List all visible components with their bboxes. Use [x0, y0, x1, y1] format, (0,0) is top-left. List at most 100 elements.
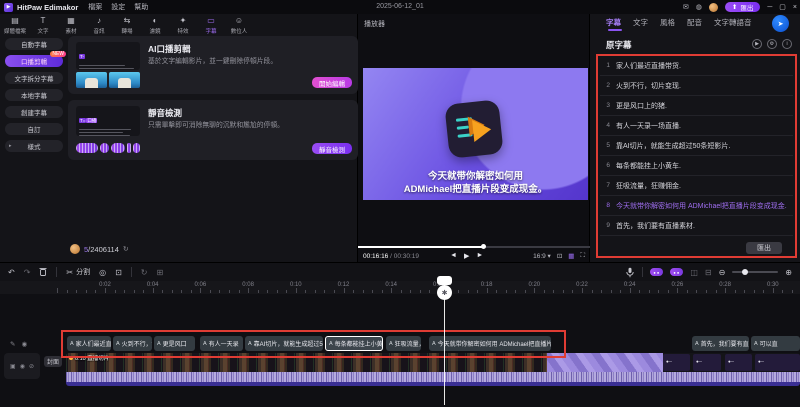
- settings-gear-icon[interactable]: ⚙: [767, 39, 777, 49]
- export-button[interactable]: ⬆ 匯出: [724, 2, 761, 12]
- timeline-ruler[interactable]: 0:02 0:04 0:06 0:08 0:10 0:12 0:14 0:16 0:18 0:20…: [0, 281, 800, 294]
- link-audio-toggle[interactable]: ●●: [670, 268, 684, 276]
- toolbar-item-media[interactable]: ▤ 媒體檔案: [4, 16, 26, 35]
- playhead-handle[interactable]: [437, 276, 452, 285]
- timeline-zoom-slider[interactable]: [732, 269, 779, 275]
- toolbar-item-assets[interactable]: ▦ 素材: [60, 16, 82, 35]
- zoom-out-icon[interactable]: ⊖: [719, 268, 726, 277]
- delete-icon[interactable]: [39, 267, 47, 278]
- record-voiceover-icon[interactable]: [625, 267, 635, 278]
- toolbar-item-subtitle[interactable]: ▭ 字幕: [200, 16, 222, 35]
- toolbar-item-filter[interactable]: ◐ 濾鏡: [144, 16, 166, 35]
- toolbar-label: 文字: [37, 29, 49, 35]
- fullscreen-icon[interactable]: ⛶: [580, 252, 585, 260]
- magnet-icon[interactable]: ◫: [690, 268, 698, 277]
- tab-text[interactable]: 文字: [633, 17, 648, 31]
- undo-icon[interactable]: ↶: [8, 268, 15, 277]
- toolbar-item-audio[interactable]: ♪ 音訊: [88, 16, 110, 35]
- aspect-ratio-select[interactable]: 16:9 ▾: [533, 252, 551, 260]
- video-canvas[interactable]: 今天就带你解密如何用 ADMichael把直播片段变成现金。: [363, 68, 588, 200]
- tab-voiceover[interactable]: 配音: [687, 17, 702, 31]
- progress-knob[interactable]: [481, 244, 486, 249]
- toolbar-item-transition[interactable]: ⇆ 轉場: [116, 16, 138, 35]
- nav-item-speech-cut[interactable]: 口播剪輯 NEW: [5, 51, 66, 67]
- timeline-subtitle-clip[interactable]: A 首先，我们要有直: [692, 336, 749, 351]
- ruler-tick: [610, 290, 612, 293]
- export-frame-icon[interactable]: ⊡: [115, 268, 122, 277]
- zoom-knob[interactable]: [742, 269, 749, 275]
- subtitle-row[interactable]: 9 首先，我们要有直播素材.: [600, 216, 793, 236]
- prev-frame-button[interactable]: ◄: [450, 252, 457, 260]
- subtitle-row[interactable]: 6 每条都能挂上小黄车.: [600, 156, 793, 176]
- timeline-subtitle-clip[interactable]: A 可以直: [751, 336, 800, 351]
- audio-segment[interactable]: [693, 354, 721, 371]
- loop-icon[interactable]: ↻: [141, 268, 148, 277]
- subtitle-row[interactable]: 2 火到不行，切片变现.: [600, 76, 793, 96]
- ruler-tick: [534, 288, 536, 293]
- add-track-icon[interactable]: ⊞: [157, 268, 164, 277]
- user-avatar[interactable]: [70, 244, 80, 254]
- redo-icon[interactable]: ↷: [24, 268, 31, 277]
- toolbar-label: 濾鏡: [149, 29, 161, 35]
- info-icon[interactable]: i: [782, 39, 792, 49]
- row-number: 3: [606, 102, 610, 109]
- subtitle-row[interactable]: 8 今天就带你解密如何用 ADMichael把直播片段变成现金.: [600, 196, 793, 216]
- toolbar-item-effects[interactable]: ✦ 特效: [172, 16, 194, 35]
- mute-track-icon[interactable]: ⊘: [29, 363, 34, 370]
- tab-style[interactable]: 風格: [660, 17, 675, 31]
- regenerate-icon[interactable]: ▶: [752, 39, 762, 49]
- lock-track-icon[interactable]: ▣: [10, 363, 16, 370]
- avatar[interactable]: [708, 2, 718, 12]
- crop-icon[interactable]: ⊡: [557, 252, 562, 260]
- fit-timeline-icon[interactable]: ⊟: [705, 268, 712, 277]
- nav-item-custom[interactable]: 自訂: [5, 123, 63, 135]
- nav-item-text-split-subtitle[interactable]: 文字拆分字幕: [5, 72, 63, 84]
- audio-segment[interactable]: [755, 354, 800, 371]
- show-track-icon[interactable]: ◉: [21, 340, 27, 348]
- subtitle-row[interactable]: 5 靠AI切片，就能生成超过50条短影片.: [600, 136, 793, 156]
- nav-item-create-subtitle[interactable]: 創建字幕: [5, 106, 63, 118]
- edit-track-icon[interactable]: ✎: [10, 340, 15, 348]
- assistant-fab[interactable]: ➤: [772, 15, 789, 32]
- audio-segment[interactable]: [663, 354, 690, 371]
- playback-progress-bar[interactable]: [358, 244, 590, 249]
- marker-icon[interactable]: ◎: [99, 268, 106, 277]
- subtitle-row[interactable]: 3 更是风口上的猪.: [600, 96, 793, 116]
- menu-settings[interactable]: 設定: [111, 2, 125, 12]
- cover-button[interactable]: 封面: [44, 356, 62, 367]
- row-text: 今天就带你解密如何用 ADMichael把直播片段变成现金.: [616, 202, 787, 210]
- refresh-icon[interactable]: ↻: [123, 245, 129, 253]
- nav-item-style[interactable]: ▸ 樣式: [5, 140, 63, 152]
- zoom-in-icon[interactable]: ⊕: [785, 268, 792, 277]
- export-subtitles-button[interactable]: 匯出: [746, 242, 782, 254]
- split-button[interactable]: ✂ 分割: [66, 267, 90, 277]
- subtitle-list: 1 家人们最近直播带货. 2 火到不行，切片变现. 3 更是风口上的猪. 4 有人一天录一场直…: [600, 56, 793, 242]
- ruler-tick: [267, 290, 269, 293]
- subtitle-row[interactable]: 4 有人一天录一场直播.: [600, 116, 793, 136]
- silence-detect-button[interactable]: 靜音檢測: [312, 143, 352, 154]
- audio-segment[interactable]: [725, 354, 752, 371]
- grid-icon[interactable]: ▦: [568, 252, 574, 260]
- minimize-button[interactable]: ─: [767, 4, 772, 11]
- close-button[interactable]: ×: [793, 4, 797, 11]
- credits-total: /2406114: [88, 244, 119, 254]
- link-subtitle-toggle[interactable]: ●●: [650, 268, 664, 276]
- next-frame-button[interactable]: ►: [476, 252, 483, 260]
- menu-help[interactable]: 幫助: [134, 2, 148, 12]
- account-icon[interactable]: ◍: [696, 3, 702, 11]
- start-edit-button[interactable]: 開始編輯: [312, 77, 352, 88]
- subtitle-row[interactable]: 7 狂吸流量，狂赚佣金.: [600, 176, 793, 196]
- restore-button[interactable]: ▢: [779, 3, 786, 11]
- menu-file[interactable]: 檔案: [88, 2, 102, 12]
- feedback-icon[interactable]: ✉: [683, 3, 689, 11]
- tab-subtitle[interactable]: 字幕: [606, 17, 622, 31]
- toolbar-item-text[interactable]: T 文字: [32, 16, 54, 35]
- subtitle-row[interactable]: 1 家人们最近直播带货.: [600, 56, 793, 76]
- playhead-knob[interactable]: ✱: [437, 285, 452, 300]
- play-button[interactable]: ▶: [464, 252, 469, 260]
- hide-track-icon[interactable]: ◉: [20, 363, 25, 370]
- nav-item-local-subtitle[interactable]: 本地字幕: [5, 89, 63, 101]
- toolbar-item-digital-human[interactable]: ☺ 數位人: [228, 16, 250, 35]
- nav-item-auto-subtitle[interactable]: 自動字幕: [5, 38, 63, 50]
- tab-tts[interactable]: 文字轉語音: [714, 17, 752, 31]
